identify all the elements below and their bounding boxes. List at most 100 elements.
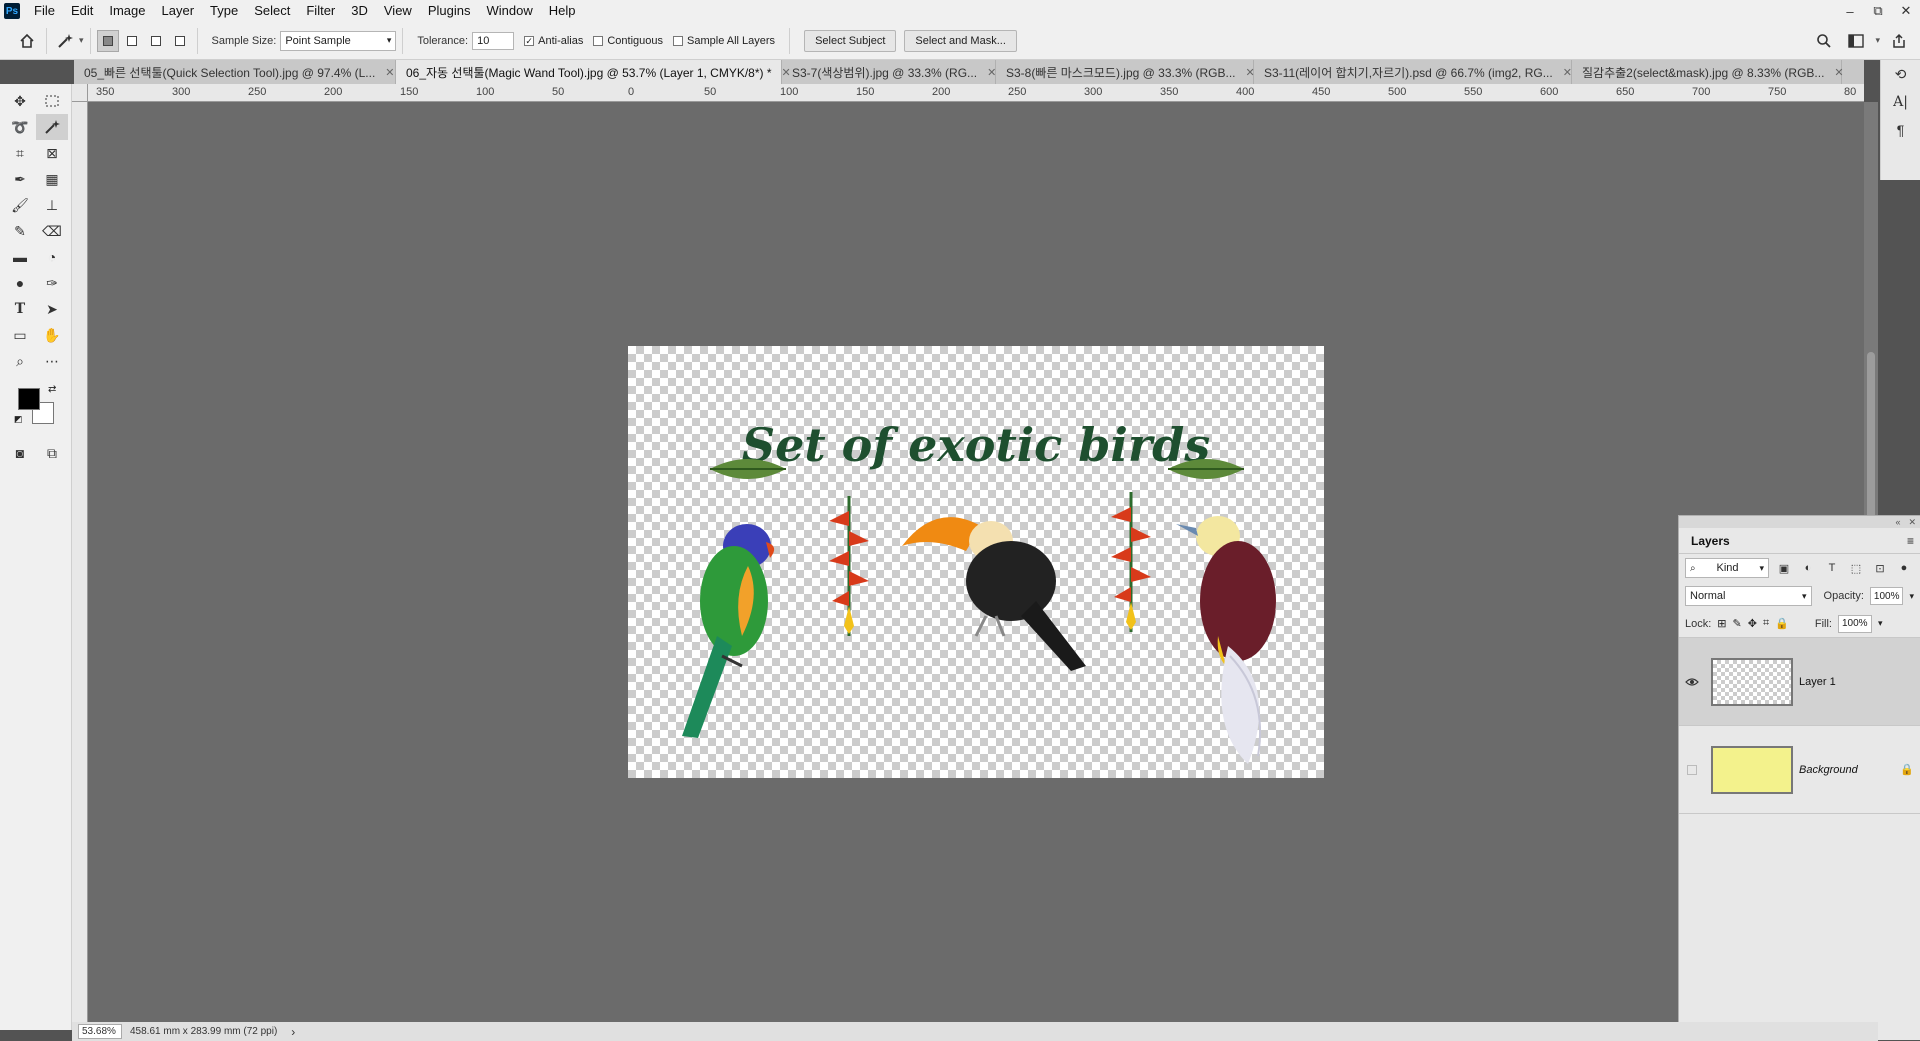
sample-size-select[interactable]: Point Sample ▾ <box>280 30 397 51</box>
history-brush-tool-icon[interactable]: ✎ <box>4 218 36 244</box>
tab-document-3[interactable]: S3-7(색상범위).jpg @ 33.3% (RG... ✕ <box>782 60 996 84</box>
smart-object-filter-icon[interactable]: ⊡ <box>1871 559 1889 577</box>
status-menu-arrow[interactable]: › <box>291 1025 295 1039</box>
stamp-tool-icon[interactable]: ⊥ <box>36 192 68 218</box>
menu-image[interactable]: Image <box>101 0 153 22</box>
foreground-color-swatch[interactable] <box>18 388 40 410</box>
close-icon[interactable]: ✕ <box>385 66 394 79</box>
menu-view[interactable]: View <box>376 0 420 22</box>
character-panel-icon[interactable]: A| <box>1881 88 1920 116</box>
fill-input[interactable]: 100% <box>1837 614 1872 633</box>
gradient-tool-icon[interactable]: ▬ <box>4 244 36 270</box>
menu-edit[interactable]: Edit <box>63 0 101 22</box>
menu-plugins[interactable]: Plugins <box>420 0 479 22</box>
panel-menu-icon[interactable]: ≡ <box>1907 534 1914 548</box>
menu-file[interactable]: File <box>26 0 63 22</box>
blend-mode-select[interactable]: Normal ▾ <box>1685 586 1812 606</box>
intersect-selection-button[interactable] <box>169 30 191 52</box>
magic-wand-tool-icon[interactable] <box>36 114 68 140</box>
chevron-down-icon[interactable]: ▾ <box>79 35 84 46</box>
contiguous-checkbox[interactable]: Contiguous <box>593 35 663 47</box>
select-subject-button[interactable]: Select Subject <box>804 29 897 52</box>
restore-button[interactable]: ⧉ <box>1864 0 1892 22</box>
close-icon[interactable]: ✕ <box>987 66 996 79</box>
zoom-tool-icon[interactable]: ⌕ <box>4 348 36 374</box>
marquee-tool-icon[interactable] <box>36 88 68 114</box>
opacity-input[interactable]: 100% <box>1869 587 1904 605</box>
chevron-down-icon[interactable]: ▾ <box>1909 591 1914 602</box>
more-tools-icon[interactable]: ⋯ <box>36 348 68 374</box>
workspace-icon[interactable] <box>1843 28 1869 54</box>
search-icon[interactable] <box>1811 28 1837 54</box>
tab-document-2[interactable]: 06_자동 선택툴(Magic Wand Tool).jpg @ 53.7% (… <box>396 60 791 84</box>
minimize-button[interactable]: – <box>1836 0 1864 22</box>
history-panel-icon[interactable]: ⟲ <box>1881 60 1920 88</box>
blur-tool-icon[interactable]: ◔ <box>36 244 68 270</box>
swap-colors-icon[interactable]: ⇄ <box>48 384 56 395</box>
frame-tool-icon[interactable]: ⊠ <box>36 140 68 166</box>
menu-help[interactable]: Help <box>541 0 584 22</box>
shape-layer-filter-icon[interactable]: ⬚ <box>1847 559 1865 577</box>
eyedropper-tool-icon[interactable]: ✒ <box>4 166 36 192</box>
layer-kind-filter[interactable]: ⌕ Kind ▾ <box>1685 558 1769 578</box>
type-tool-icon[interactable]: T <box>4 296 36 322</box>
menu-filter[interactable]: Filter <box>298 0 343 22</box>
visibility-eye-icon[interactable] <box>1679 677 1705 687</box>
lock-image-pixels-icon[interactable]: ✎ <box>1733 617 1742 630</box>
layer-row-layer-1[interactable]: Layer 1 <box>1679 638 1920 726</box>
dodge-tool-icon[interactable]: ● <box>4 270 36 296</box>
anti-alias-checkbox[interactable]: ✓ Anti-alias <box>524 35 583 47</box>
home-icon[interactable] <box>14 28 40 54</box>
tab-document-5[interactable]: S3-11(레이어 합치기,자르기).psd @ 66.7% (img2, RG… <box>1254 60 1572 84</box>
tab-document-1[interactable]: 05_빠른 선택툴(Quick Selection Tool).jpg @ 97… <box>74 60 396 84</box>
chevron-down-icon[interactable]: ▾ <box>1875 35 1880 46</box>
layer-name[interactable]: Background <box>1799 764 1900 776</box>
share-icon[interactable] <box>1886 28 1912 54</box>
brush-tool-icon[interactable]: 🖌 <box>4 192 36 218</box>
tab-document-6[interactable]: 질감추출2(select&mask).jpg @ 8.33% (RGB... ✕ <box>1572 60 1844 84</box>
scrollbar-thumb[interactable] <box>1867 352 1875 522</box>
lock-all-icon[interactable]: 🔒 <box>1775 617 1789 630</box>
sample-all-layers-checkbox[interactable]: Sample All Layers <box>673 35 775 47</box>
close-button[interactable]: ✕ <box>1892 0 1920 22</box>
quick-mask-icon[interactable]: ◙ <box>4 440 36 466</box>
collapse-panel-icon[interactable]: « <box>1895 517 1900 527</box>
add-to-selection-button[interactable] <box>121 30 143 52</box>
lock-artboard-icon[interactable]: ⌗ <box>1763 617 1769 630</box>
hand-tool-icon[interactable]: ✋ <box>36 322 68 348</box>
menu-3d[interactable]: 3D <box>343 0 376 22</box>
paragraph-panel-icon[interactable]: ¶ <box>1881 116 1920 144</box>
path-selection-tool-icon[interactable]: ➤ <box>36 296 68 322</box>
lasso-tool-icon[interactable]: ➰ <box>4 114 36 140</box>
adjustment-layer-filter-icon[interactable]: ◐ <box>1799 559 1817 577</box>
move-tool-icon[interactable]: ✥ <box>4 88 36 114</box>
screen-mode-icon[interactable]: ⧉ <box>36 440 68 466</box>
menu-select[interactable]: Select <box>246 0 298 22</box>
crop-tool-icon[interactable]: ⌗ <box>4 140 36 166</box>
tab-document-4[interactable]: S3-8(빠른 마스크모드).jpg @ 33.3% (RGB... ✕ <box>996 60 1255 84</box>
document-canvas[interactable]: Set of exotic birds <box>628 346 1324 778</box>
eraser-tool-icon[interactable]: ⌫ <box>36 218 68 244</box>
pixel-layer-filter-icon[interactable]: ▣ <box>1775 559 1793 577</box>
menu-window[interactable]: Window <box>478 0 540 22</box>
spot-healing-tool-icon[interactable]: ▦ <box>36 166 68 192</box>
rectangle-tool-icon[interactable]: ▭ <box>4 322 36 348</box>
menu-layer[interactable]: Layer <box>154 0 203 22</box>
magic-wand-preset-icon[interactable] <box>53 28 79 54</box>
type-layer-filter-icon[interactable]: T <box>1823 559 1841 577</box>
chevron-down-icon[interactable]: ▾ <box>1878 618 1883 629</box>
zoom-level-input[interactable]: 53.68% <box>78 1024 122 1039</box>
default-colors-icon[interactable]: ◩ <box>14 414 23 425</box>
layer-name[interactable]: Layer 1 <box>1799 676 1920 688</box>
canvas-workspace[interactable]: Set of exotic birds <box>88 102 1864 1022</box>
new-selection-button[interactable] <box>96 29 119 52</box>
tolerance-input[interactable]: 10 <box>472 31 515 50</box>
lock-position-icon[interactable]: ✥ <box>1748 617 1757 630</box>
tab-layers[interactable]: Layers <box>1685 529 1736 552</box>
pen-tool-icon[interactable]: ✑ <box>36 270 68 296</box>
lock-transparent-pixels-icon[interactable]: ⊞ <box>1717 617 1726 630</box>
layer-row-background[interactable]: Background 🔒 <box>1679 726 1920 814</box>
subtract-from-selection-button[interactable] <box>145 30 167 52</box>
visibility-toggle-empty[interactable] <box>1679 764 1705 775</box>
select-and-mask-button[interactable]: Select and Mask... <box>904 29 1017 52</box>
